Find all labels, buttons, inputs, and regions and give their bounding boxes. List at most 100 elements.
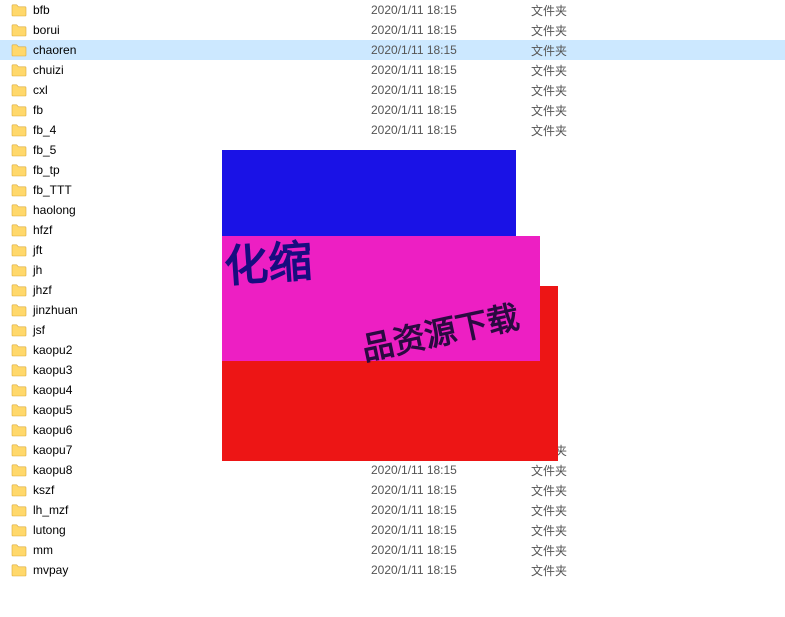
- name-cell[interactable]: chaoren: [11, 43, 371, 57]
- folder-icon: [11, 483, 27, 497]
- name-cell[interactable]: fb_5: [11, 143, 371, 157]
- file-name: kaopu4: [33, 383, 72, 397]
- name-cell[interactable]: mvpay: [11, 563, 371, 577]
- file-list[interactable]: bfb2020/1/11 18:15文件夹borui2020/1/11 18:1…: [0, 0, 785, 580]
- file-row[interactable]: chaoren2020/1/11 18:15文件夹: [0, 40, 785, 60]
- type-cell: 文件夹: [531, 542, 631, 559]
- folder-icon: [11, 143, 27, 157]
- file-row[interactable]: kaopu5: [0, 400, 785, 420]
- folder-icon: [11, 543, 27, 557]
- file-row[interactable]: mm2020/1/11 18:15文件夹: [0, 540, 785, 560]
- folder-icon: [11, 43, 27, 57]
- file-name: lh_mzf: [33, 503, 68, 517]
- name-cell[interactable]: kszf: [11, 483, 371, 497]
- type-cell: 文件夹: [531, 2, 631, 19]
- file-name: bfb: [33, 3, 50, 17]
- file-name: fb: [33, 103, 43, 117]
- file-name: fb_5: [33, 143, 56, 157]
- type-cell: 文件夹: [531, 502, 631, 519]
- name-cell[interactable]: mm: [11, 543, 371, 557]
- name-cell[interactable]: fb_tp: [11, 163, 371, 177]
- name-cell[interactable]: cxl: [11, 83, 371, 97]
- file-row[interactable]: jsf: [0, 320, 785, 340]
- name-cell[interactable]: lh_mzf: [11, 503, 371, 517]
- name-cell[interactable]: kaopu5: [11, 403, 371, 417]
- file-row[interactable]: kszf2020/1/11 18:15文件夹: [0, 480, 785, 500]
- type-cell: 文件夹: [531, 82, 631, 99]
- name-cell[interactable]: lutong: [11, 523, 371, 537]
- file-row[interactable]: lutong2020/1/11 18:15文件夹: [0, 520, 785, 540]
- name-cell[interactable]: jhzf: [11, 283, 371, 297]
- file-name: cxl: [33, 83, 48, 97]
- date-cell: 2020/1/11 18:15: [371, 83, 531, 97]
- file-row[interactable]: fb_TTT: [0, 180, 785, 200]
- file-row[interactable]: kaopu4: [0, 380, 785, 400]
- name-cell[interactable]: haolong: [11, 203, 371, 217]
- file-row[interactable]: chuizi2020/1/11 18:15文件夹: [0, 60, 785, 80]
- file-row[interactable]: fb_5: [0, 140, 785, 160]
- date-cell: 2020/1/11 18:15: [371, 463, 531, 477]
- file-name: hfzf: [33, 223, 52, 237]
- name-cell[interactable]: fb_TTT: [11, 183, 371, 197]
- name-cell[interactable]: kaopu8: [11, 463, 371, 477]
- file-row[interactable]: haolong: [0, 200, 785, 220]
- date-cell: 2020/1/11 18:15: [371, 63, 531, 77]
- folder-icon: [11, 563, 27, 577]
- name-cell[interactable]: jft: [11, 243, 371, 257]
- file-row[interactable]: fb_tp: [0, 160, 785, 180]
- type-cell: 文件夹: [531, 482, 631, 499]
- name-cell[interactable]: jsf: [11, 323, 371, 337]
- name-cell[interactable]: kaopu3: [11, 363, 371, 377]
- file-row[interactable]: cxl 2020/1/11 18:15文件夹: [0, 80, 785, 100]
- file-row[interactable]: lh_mzf2020/1/11 18:15文件夹: [0, 500, 785, 520]
- file-row[interactable]: bfb 2020/1/11 18:15文件夹: [0, 0, 785, 20]
- date-cell: 2020/1/11 18:15: [371, 123, 531, 137]
- name-cell[interactable]: fb: [11, 103, 371, 117]
- date-cell: 2020/1/11 18:15: [371, 43, 531, 57]
- folder-icon: [11, 443, 27, 457]
- file-row[interactable]: fb_42020/1/11 18:15文件夹: [0, 120, 785, 140]
- folder-icon: [11, 103, 27, 117]
- name-cell[interactable]: kaopu4: [11, 383, 371, 397]
- file-name: kaopu3: [33, 363, 72, 377]
- name-cell[interactable]: hfzf: [11, 223, 371, 237]
- name-cell[interactable]: chuizi: [11, 63, 371, 77]
- file-row[interactable]: kaopu72020/1/11 18:15文件夹: [0, 440, 785, 460]
- file-row[interactable]: kaopu2: [0, 340, 785, 360]
- file-row[interactable]: jhzf: [0, 280, 785, 300]
- name-cell[interactable]: borui: [11, 23, 371, 37]
- file-row[interactable]: kaopu6: [0, 420, 785, 440]
- name-cell[interactable]: fb_4: [11, 123, 371, 137]
- file-name: kaopu8: [33, 463, 72, 477]
- date-cell: 2020/1/11 18:15: [371, 3, 531, 17]
- type-cell: 文件夹: [531, 22, 631, 39]
- name-cell[interactable]: kaopu7: [11, 443, 371, 457]
- name-cell[interactable]: jinzhuan: [11, 303, 371, 317]
- file-name: fb_4: [33, 123, 56, 137]
- folder-icon: [11, 343, 27, 357]
- file-name: lutong: [33, 523, 66, 537]
- file-row[interactable]: borui2020/1/11 18:15文件夹: [0, 20, 785, 40]
- file-name: mm: [33, 543, 53, 557]
- name-cell[interactable]: kaopu6: [11, 423, 371, 437]
- date-cell: 2020/1/11 18:15: [371, 563, 531, 577]
- file-row[interactable]: jh: [0, 260, 785, 280]
- file-row[interactable]: fb2020/1/11 18:15文件夹: [0, 100, 785, 120]
- file-row[interactable]: hfzf: [0, 220, 785, 240]
- file-row[interactable]: jft: [0, 240, 785, 260]
- folder-icon: [11, 383, 27, 397]
- file-row[interactable]: kaopu82020/1/11 18:15文件夹: [0, 460, 785, 480]
- file-row[interactable]: kaopu3: [0, 360, 785, 380]
- file-name: kaopu7: [33, 443, 72, 457]
- name-cell[interactable]: bfb: [11, 3, 371, 17]
- type-cell: 文件夹: [531, 442, 631, 459]
- name-cell[interactable]: jh: [11, 263, 371, 277]
- folder-icon: [11, 363, 27, 377]
- file-name: kaopu5: [33, 403, 72, 417]
- name-cell[interactable]: kaopu2: [11, 343, 371, 357]
- type-cell: 文件夹: [531, 42, 631, 59]
- file-row[interactable]: mvpay2020/1/11 18:15文件夹: [0, 560, 785, 580]
- file-row[interactable]: jinzhuan: [0, 300, 785, 320]
- folder-icon: [11, 83, 27, 97]
- folder-icon: [11, 163, 27, 177]
